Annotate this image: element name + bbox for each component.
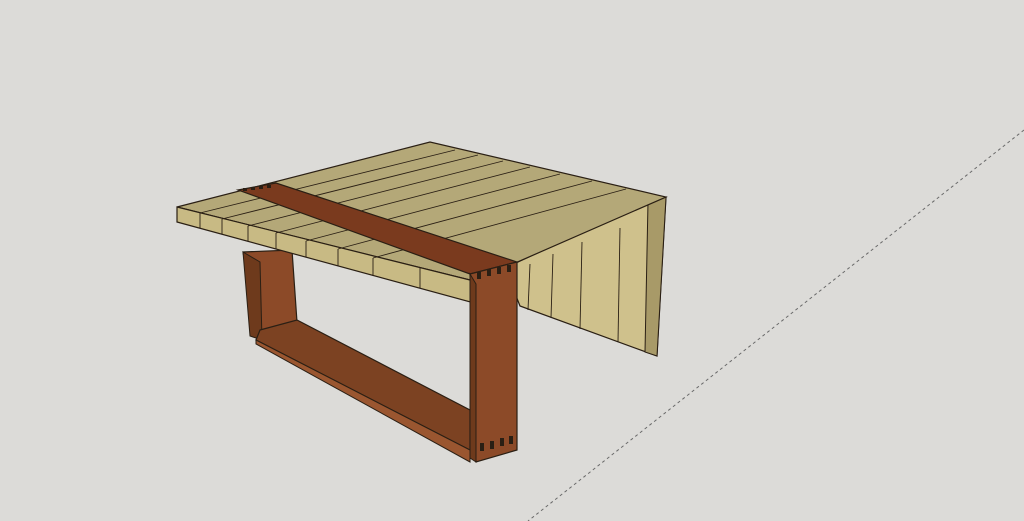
front-right-frame-leg[interactable] (469, 261, 518, 463)
3d-model-viewport[interactable] (0, 0, 1024, 521)
model-canvas[interactable] (0, 0, 1024, 521)
bottom-frame-rail[interactable] (255, 319, 471, 463)
